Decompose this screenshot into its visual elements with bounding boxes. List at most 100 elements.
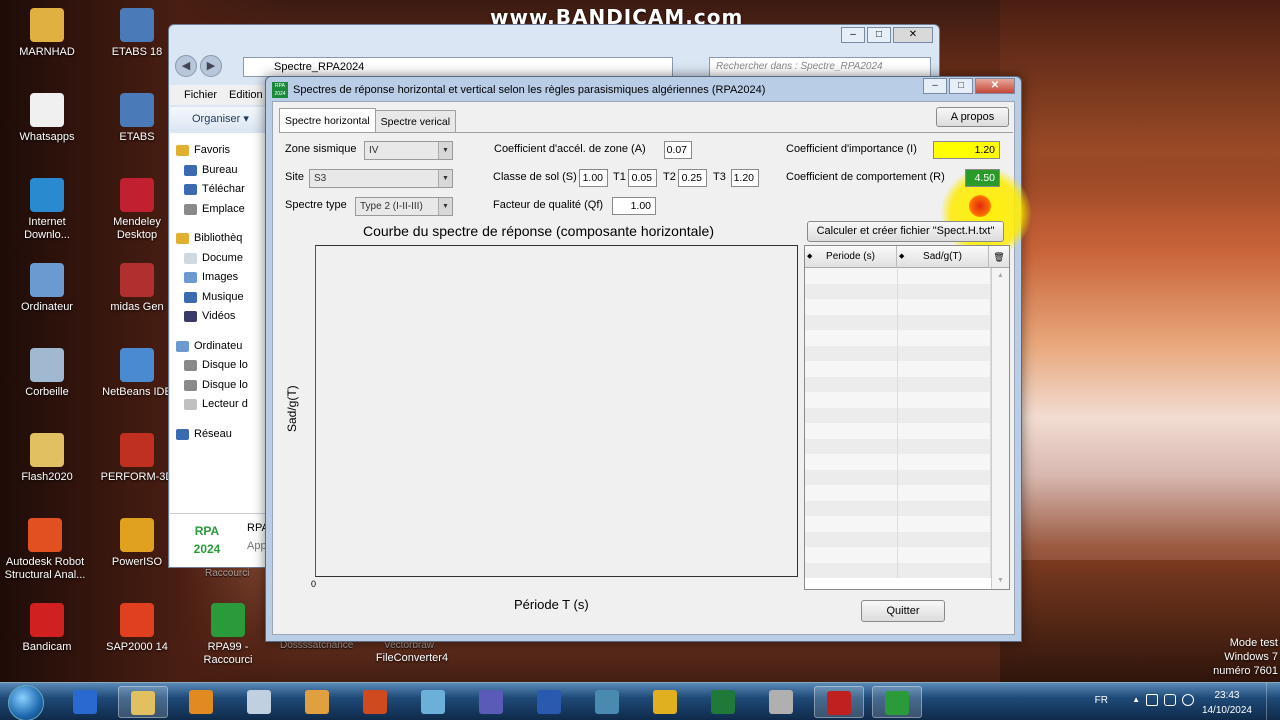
table-row[interactable] xyxy=(805,314,991,330)
table-cell[interactable] xyxy=(898,454,991,470)
nav-item[interactable]: Musique xyxy=(170,288,268,308)
comportement-field[interactable]: 4.50 xyxy=(965,169,1000,187)
desktop-icon-0[interactable]: MARNHAD xyxy=(5,8,89,59)
zone-select[interactable]: IV ▼ xyxy=(364,141,453,160)
table-scrollbar[interactable]: ▲ ▼ xyxy=(991,268,1009,589)
table-row[interactable] xyxy=(805,531,991,547)
language-indicator[interactable]: FR xyxy=(1095,695,1108,706)
table-cell[interactable] xyxy=(805,562,898,578)
scroll-down-icon[interactable]: ▼ xyxy=(992,573,1009,589)
search-input[interactable]: Rechercher dans : Spectre_RPA2024 xyxy=(709,57,931,77)
t1-field[interactable]: 0.05 xyxy=(628,169,657,187)
table-cell[interactable] xyxy=(898,345,991,361)
taskbar-bandicam-button[interactable] xyxy=(814,686,864,718)
taskbar-excel-button[interactable] xyxy=(698,686,748,718)
table-row[interactable] xyxy=(805,485,991,501)
tab-spectre-vertical[interactable]: Spectre verical xyxy=(374,110,457,132)
table-row[interactable] xyxy=(805,376,991,392)
taskbar-word-button[interactable] xyxy=(524,686,574,718)
table-cell[interactable] xyxy=(898,547,991,563)
taskbar-rpa-button[interactable] xyxy=(872,686,922,718)
table-cell[interactable] xyxy=(805,283,898,299)
table-row[interactable] xyxy=(805,407,991,423)
network-icon[interactable] xyxy=(1164,694,1176,706)
table-cell[interactable] xyxy=(898,531,991,547)
tray-up-icon[interactable]: ▲ xyxy=(1132,695,1140,704)
desktop-icon-3[interactable]: ETABS xyxy=(95,93,179,144)
minimize-button[interactable]: – xyxy=(841,27,865,43)
table-row[interactable] xyxy=(805,345,991,361)
desktop-icon-15[interactable]: SAP2000 14 xyxy=(95,603,179,654)
table-cell[interactable] xyxy=(898,500,991,516)
desktop-icon-6[interactable]: Ordinateur xyxy=(5,263,89,314)
table-cell[interactable] xyxy=(805,345,898,361)
show-desktop-button[interactable] xyxy=(1266,683,1280,720)
flag-icon[interactable] xyxy=(1146,694,1158,706)
table-row[interactable] xyxy=(805,547,991,563)
table-row[interactable] xyxy=(805,268,991,284)
tab-spectre-horizontal[interactable]: Spectre horizontal xyxy=(279,108,376,132)
s-field[interactable]: 1.00 xyxy=(579,169,608,187)
nav-item[interactable]: Emplace xyxy=(170,200,268,220)
table-row[interactable] xyxy=(805,500,991,516)
table-cell[interactable] xyxy=(805,407,898,423)
taskbar-pen-button[interactable] xyxy=(756,686,806,718)
table-row[interactable] xyxy=(805,361,991,377)
volume-icon[interactable] xyxy=(1182,694,1194,706)
table-cell[interactable] xyxy=(898,485,991,501)
nav-item[interactable]: Vidéos xyxy=(170,307,268,327)
table-row[interactable] xyxy=(805,562,991,578)
table-row[interactable] xyxy=(805,283,991,299)
desktop-icon-5[interactable]: Mendeley Desktop xyxy=(95,178,179,242)
table-cell[interactable] xyxy=(898,407,991,423)
table-cell[interactable] xyxy=(898,283,991,299)
minimize-button[interactable]: – xyxy=(923,78,947,94)
desktop-icon-12[interactable]: Autodesk Robot Structural Anal... xyxy=(3,518,87,582)
site-select[interactable]: S3 ▼ xyxy=(309,169,453,188)
desktop-icon-7[interactable]: midas Gen xyxy=(95,263,179,314)
taskbar-tool-button[interactable] xyxy=(582,686,632,718)
table-row[interactable] xyxy=(805,299,991,315)
quit-button[interactable]: Quitter xyxy=(861,600,945,622)
taskbar-notes-button[interactable] xyxy=(408,686,458,718)
table-cell[interactable] xyxy=(805,361,898,377)
nav-item[interactable]: Favoris xyxy=(170,141,268,161)
qf-field[interactable]: 1.00 xyxy=(612,197,656,215)
table-cell[interactable] xyxy=(805,299,898,315)
nav-item[interactable]: Lecteur d xyxy=(170,395,268,415)
table-cell[interactable] xyxy=(805,438,898,454)
nav-item[interactable]: Disque lo xyxy=(170,376,268,396)
desktop-icon-4[interactable]: Internet Downlo... xyxy=(5,178,89,242)
col-sadg-header[interactable]: ◆ Sad/g(T) xyxy=(897,246,989,268)
col-periode-header[interactable]: ◆ Periode (s) xyxy=(805,246,897,268)
organize-button[interactable]: Organiser ▾ xyxy=(170,107,268,131)
table-cell[interactable] xyxy=(898,423,991,439)
nav-item[interactable]: Bibliothèq xyxy=(170,229,268,249)
close-button[interactable]: ✕ xyxy=(975,78,1015,94)
table-cell[interactable] xyxy=(805,314,898,330)
start-button[interactable] xyxy=(8,685,44,720)
desktop-icon-9[interactable]: NetBeans IDE xyxy=(95,348,179,399)
desktop-icon-1[interactable]: ETABS 18 xyxy=(95,8,179,59)
table-cell[interactable] xyxy=(898,469,991,485)
address-bar[interactable]: Spectre_RPA2024 xyxy=(243,57,673,77)
desktop-icon-16[interactable]: RPA99 - Raccourci xyxy=(186,603,270,667)
apropos-button[interactable]: A propos xyxy=(936,107,1009,127)
maximize-button[interactable]: □ xyxy=(949,78,973,94)
table-row[interactable] xyxy=(805,469,991,485)
table-cell[interactable] xyxy=(805,423,898,439)
desktop-icon-14[interactable]: Bandicam xyxy=(5,603,89,654)
importance-field[interactable]: 1.20 xyxy=(933,141,1000,159)
table-row[interactable] xyxy=(805,516,991,532)
clock[interactable]: 23:43 14/10/2024 xyxy=(1202,688,1252,718)
maximize-button[interactable]: □ xyxy=(867,27,891,43)
table-cell[interactable] xyxy=(898,516,991,532)
coef-a-field[interactable]: 0.07 xyxy=(664,141,692,159)
table-cell[interactable] xyxy=(805,516,898,532)
t2-field[interactable]: 0.25 xyxy=(678,169,707,187)
close-button[interactable]: ✕ xyxy=(893,27,933,43)
trash-icon[interactable]: 🗑 xyxy=(989,246,1009,268)
table-cell[interactable] xyxy=(805,376,898,392)
table-row[interactable] xyxy=(805,438,991,454)
desktop-icon-13[interactable]: PowerISO xyxy=(95,518,179,569)
